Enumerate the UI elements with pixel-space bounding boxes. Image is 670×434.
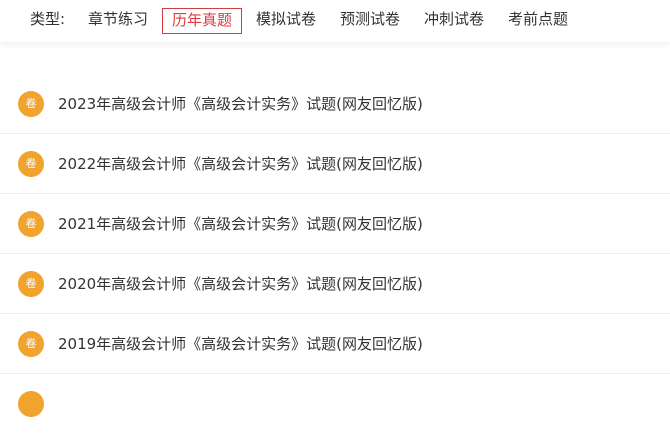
tab-forecast-papers[interactable]: 预测试卷 bbox=[340, 9, 400, 29]
paper-title[interactable]: 2022年高级会计师《高级会计实务》试题(网友回忆版) bbox=[58, 153, 423, 175]
tab-final-tips[interactable]: 考前点题 bbox=[508, 9, 568, 29]
paper-icon bbox=[18, 391, 44, 417]
list-item-partial[interactable] bbox=[0, 374, 670, 434]
paper-icon: 卷 bbox=[18, 211, 44, 237]
paper-title[interactable]: 2021年高级会计师《高级会计实务》试题(网友回忆版) bbox=[58, 213, 423, 235]
tab-past-exams[interactable]: 历年真题 bbox=[162, 8, 243, 34]
tab-sprint-papers[interactable]: 冲刺试卷 bbox=[424, 9, 484, 29]
paper-icon: 卷 bbox=[18, 331, 44, 357]
paper-icon: 卷 bbox=[18, 271, 44, 297]
list-item[interactable]: 卷 2021年高级会计师《高级会计实务》试题(网友回忆版) bbox=[0, 194, 670, 254]
list-item[interactable]: 卷 2020年高级会计师《高级会计实务》试题(网友回忆版) bbox=[0, 254, 670, 314]
tab-mock-papers[interactable]: 模拟试卷 bbox=[256, 9, 316, 29]
paper-icon: 卷 bbox=[18, 151, 44, 177]
paper-icon: 卷 bbox=[18, 91, 44, 117]
paper-title[interactable]: 2020年高级会计师《高级会计实务》试题(网友回忆版) bbox=[58, 273, 423, 295]
exam-type-filter-bar: 类型: 章节练习 历年真题 模拟试卷 预测试卷 冲刺试卷 考前点题 bbox=[0, 0, 670, 42]
paper-title[interactable]: 2023年高级会计师《高级会计实务》试题(网友回忆版) bbox=[58, 93, 423, 115]
filter-type-label: 类型: bbox=[30, 10, 66, 28]
list-item[interactable]: 卷 2022年高级会计师《高级会计实务》试题(网友回忆版) bbox=[0, 134, 670, 194]
tab-chapter-practice[interactable]: 章节练习 bbox=[88, 9, 148, 29]
paper-title[interactable]: 2019年高级会计师《高级会计实务》试题(网友回忆版) bbox=[58, 333, 423, 355]
list-item[interactable]: 卷 2023年高级会计师《高级会计实务》试题(网友回忆版) bbox=[0, 74, 670, 134]
list-item[interactable]: 卷 2019年高级会计师《高级会计实务》试题(网友回忆版) bbox=[0, 314, 670, 374]
